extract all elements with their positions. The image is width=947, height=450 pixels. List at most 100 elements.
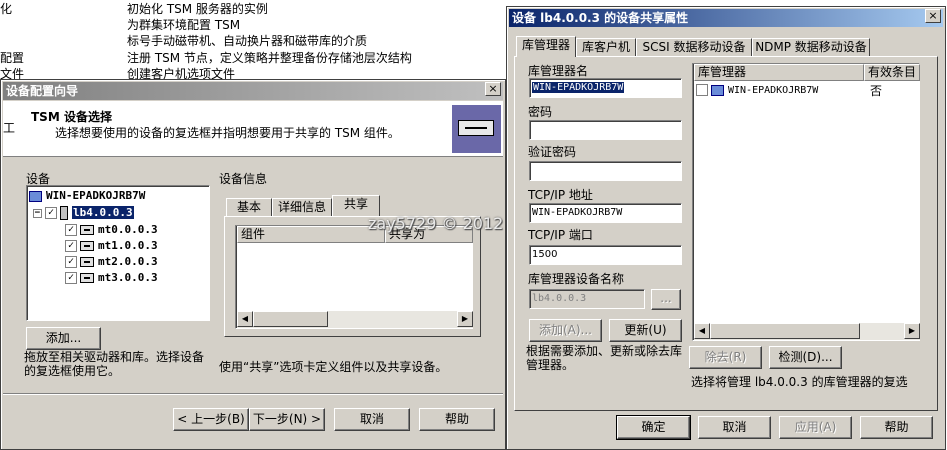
tcp-port-input[interactable]: 1500 <box>529 245 682 265</box>
manager-name-input[interactable]: WIN-EPADKOJRB7W <box>529 78 682 98</box>
wizard-close-button[interactable]: × <box>485 82 501 96</box>
tree-drive-label: mt1.0.0.3 <box>98 239 158 252</box>
manager-hint: 根据需要添加、更新或除去库管理器。 <box>526 344 683 372</box>
props-add-button[interactable]: 添加(A)... <box>529 319 602 342</box>
device-name-input: lb4.0.0.3 <box>529 289 645 309</box>
props-titlebar[interactable]: 设备 lb4.0.0.3 的设备共享属性 <box>509 9 943 27</box>
props-title: 设备 lb4.0.0.3 的设备共享属性 <box>512 11 689 25</box>
tab-sharing[interactable]: 共享 <box>332 195 380 216</box>
column-library-manager[interactable]: 库管理器 <box>694 64 864 81</box>
scroll-right-icon[interactable]: ▶ <box>904 323 920 339</box>
library-manager-panel: 库管理器名 WIN-EPADKOJRB7W 密码 验证密码 TCP/IP 地址 … <box>514 56 938 411</box>
bg-row-1-col1: 化 <box>0 2 13 16</box>
scroll-left-icon[interactable]: ◀ <box>694 323 710 339</box>
device-config-wizard: 设备配置向导 × 工 TSM 设备选择 选择想要使用的设备的复选框并指明想要用于… <box>0 79 506 450</box>
manager-name-label: 库管理器名 <box>528 64 589 78</box>
props-help-button[interactable]: 帮助 <box>860 416 933 439</box>
tree-drive-node[interactable]: ✓ mt1.0.0.3 <box>65 238 158 254</box>
tree-drive-node[interactable]: ✓ mt3.0.0.3 <box>65 270 158 286</box>
verify-password-label: 验证密码 <box>528 145 577 159</box>
list-item-name: WIN-EPADKOJRB7W <box>728 85 819 96</box>
device-sharing-properties-dialog: 设备 lb4.0.0.3 的设备共享属性 × 库管理器 库客户机 SCSI 数据… <box>506 6 946 450</box>
wizard-help-button[interactable]: 帮助 <box>419 408 495 431</box>
drive-icon <box>80 241 94 251</box>
component-list[interactable]: 组件 共享为 ◀ ▶ <box>235 225 473 329</box>
devices-hint: 拖放至相关驱动器和库。选择设备的复选框使用它。 <box>24 350 205 378</box>
drive-checkbox[interactable]: ✓ <box>65 256 77 268</box>
tree-drive-node[interactable]: ✓ mt0.0.0.3 <box>65 222 158 238</box>
wizard-title: 设备配置向导 <box>6 84 79 98</box>
device-name-label: 库管理器设备名称 <box>528 272 625 286</box>
wizard-header: 工 TSM 设备选择 选择想要使用的设备的复选框并指明想要用于共享的 TSM 组… <box>3 101 503 157</box>
password-input[interactable] <box>529 120 682 140</box>
computer-icon <box>711 84 724 96</box>
ok-button[interactable]: 确定 <box>616 415 691 440</box>
tree-drive-label: mt2.0.0.3 <box>98 255 158 268</box>
drive-checkbox[interactable]: ✓ <box>65 272 77 284</box>
tree-drive-label: mt0.0.0.3 <box>98 223 158 236</box>
back-button[interactable]: < 上一步(B) <box>173 408 249 431</box>
manager-checkbox[interactable] <box>696 84 708 96</box>
update-button[interactable]: 更新(U) <box>609 319 682 342</box>
tree-server-node[interactable]: WIN-EPADKOJRB7W <box>29 188 145 204</box>
bg-row-1-col2[interactable]: 初始化 TSM 服务器的实例 <box>127 0 268 17</box>
tree-library-node[interactable]: − ✓ lb4.0.0.3 <box>33 205 134 221</box>
bg-row-4-col2[interactable]: 注册 TSM 节点，定义策略并整理备份存储池层次结构 <box>127 49 412 66</box>
props-cancel-button[interactable]: 取消 <box>698 416 771 439</box>
add-device-button[interactable]: 添加... <box>26 327 101 350</box>
wizard-titlebar[interactable]: 设备配置向导 <box>3 82 503 100</box>
manager-list-hint: 选择将管理 lb4.0.0.3 的库管理器的复选 <box>691 375 908 389</box>
tree-server-label: WIN-EPADKOJRB7W <box>46 189 146 202</box>
list-item-valid: 否 <box>870 84 883 98</box>
drive-checkbox[interactable]: ✓ <box>65 240 77 252</box>
computer-icon <box>29 190 42 202</box>
wizard-edge-text: 工 <box>3 121 16 135</box>
tape-device-icon <box>458 120 494 136</box>
detect-button[interactable]: 检测(D)... <box>769 346 842 369</box>
watermark-text: zay5729 © 2012 <box>368 214 504 233</box>
column-component[interactable]: 组件 <box>237 226 385 243</box>
bg-row-3-col2[interactable]: 标号手动磁带机、自动换片器和磁带库的介质 <box>127 32 367 49</box>
drive-icon <box>80 257 94 267</box>
tab-library-manager[interactable]: 库管理器 <box>516 36 576 57</box>
next-button[interactable]: 下一步(N) > <box>249 408 325 431</box>
tree-drive-node[interactable]: ✓ mt2.0.0.3 <box>65 254 158 270</box>
scroll-thumb[interactable] <box>253 311 328 327</box>
device-info-hint: 使用“共享”选项卡定义组件以及共享设备。 <box>219 360 448 374</box>
bg-row-2-col2[interactable]: 为群集环境配置 TSM <box>127 16 240 33</box>
props-close-button[interactable]: × <box>925 9 941 23</box>
browse-device-button[interactable]: ... <box>651 289 681 310</box>
tcp-port-label: TCP/IP 端口 <box>528 228 593 242</box>
bg-row-4-col1: 配置 <box>0 51 25 65</box>
scroll-thumb[interactable] <box>710 323 860 339</box>
list-horizontal-scrollbar[interactable]: ◀ ▶ <box>694 323 920 340</box>
tab-scsi-data-mover[interactable]: SCSI 数据移动设备 <box>636 38 752 57</box>
collapse-icon[interactable]: − <box>33 208 42 218</box>
library-manager-list[interactable]: 库管理器 有效条目 WIN-EPADKOJRB7W 否 ◀ ▶ <box>692 63 920 341</box>
apply-button[interactable]: 应用(A) <box>779 416 852 439</box>
tab-ndmp-data-mover[interactable]: NDMP 数据移动设备 <box>752 38 870 57</box>
drive-checkbox[interactable]: ✓ <box>65 224 77 236</box>
wizard-separator <box>3 393 503 394</box>
device-info-label: 设备信息 <box>219 172 268 186</box>
tcp-address-input[interactable]: WIN-EPADKOJRB7W <box>529 203 682 223</box>
drive-icon <box>80 273 94 283</box>
scroll-left-icon[interactable]: ◀ <box>237 311 253 327</box>
remove-button[interactable]: 除去(R) <box>689 346 762 369</box>
column-valid-entry[interactable]: 有效条目 <box>864 64 920 81</box>
horizontal-scrollbar[interactable]: ◀ ▶ <box>237 311 473 328</box>
tcp-address-label: TCP/IP 地址 <box>528 188 593 202</box>
scroll-right-icon[interactable]: ▶ <box>457 311 473 327</box>
list-item[interactable]: WIN-EPADKOJRB7W <box>696 83 818 99</box>
verify-password-input[interactable] <box>529 161 682 181</box>
library-checkbox[interactable]: ✓ <box>45 207 57 219</box>
library-icon <box>60 206 68 220</box>
tab-basic[interactable]: 基本 <box>226 198 272 217</box>
tab-library-client[interactable]: 库客户机 <box>576 38 636 57</box>
tree-drive-label: mt3.0.0.3 <box>98 271 158 284</box>
sharing-tab-panel: 组件 共享为 ◀ ▶ <box>224 216 481 337</box>
wizard-cancel-button[interactable]: 取消 <box>334 408 410 431</box>
wizard-header-graphic <box>452 105 501 153</box>
tab-details[interactable]: 详细信息 <box>272 198 332 217</box>
device-tree[interactable]: WIN-EPADKOJRB7W − ✓ lb4.0.0.3 ✓ mt0.0.0.3 ✓… <box>26 185 210 321</box>
